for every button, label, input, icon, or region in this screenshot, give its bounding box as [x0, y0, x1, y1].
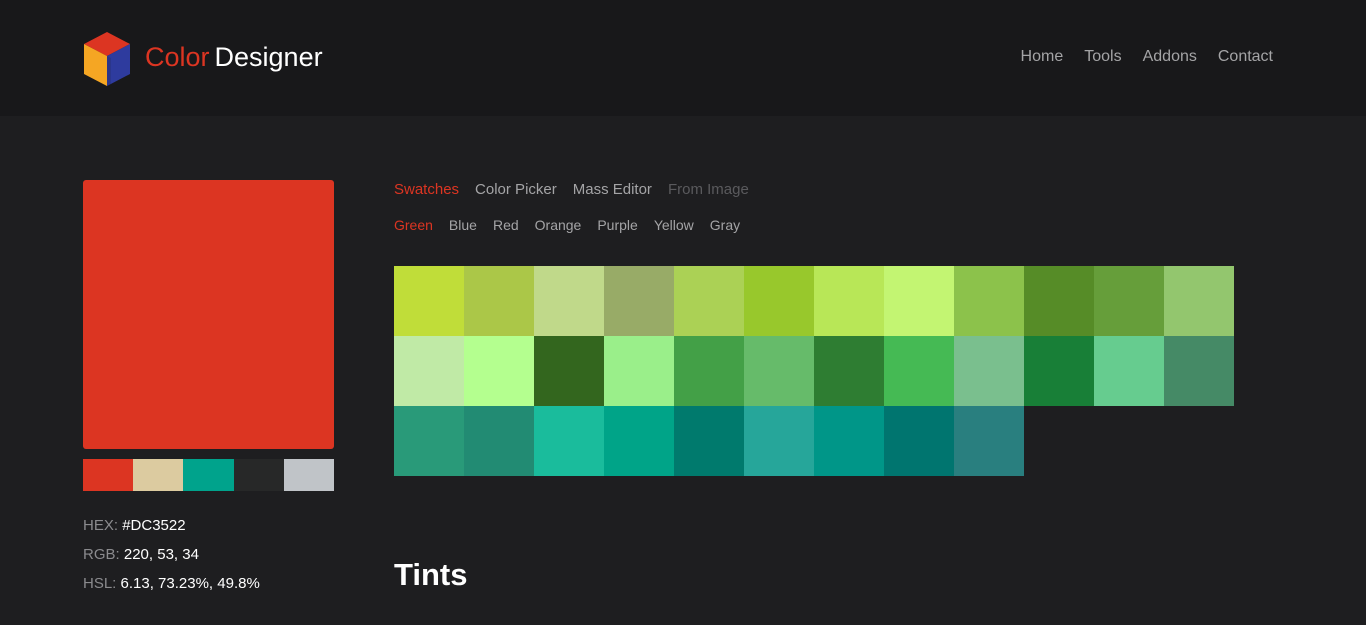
swatch-cell[interactable] [534, 406, 604, 476]
swatch-cell[interactable] [464, 406, 534, 476]
swatch-cell[interactable] [394, 266, 464, 336]
swatch-grid [394, 266, 1234, 476]
swatch-cell[interactable] [1024, 266, 1094, 336]
palette-color-1[interactable] [83, 459, 134, 491]
swatch-cell[interactable] [884, 406, 954, 476]
hsl-value: 6.13, 73.23%, 49.8% [120, 575, 260, 592]
hue-tab-purple[interactable]: Purple [597, 216, 637, 234]
palette-color-4[interactable] [233, 459, 284, 491]
hue-tab-green[interactable]: Green [394, 216, 433, 234]
color-info: HEX: #DC3522 RGB: 220, 53, 34 HSL: 6.13,… [83, 516, 260, 603]
swatch-cell[interactable] [744, 336, 814, 406]
swatch-cell[interactable] [394, 336, 464, 406]
swatch-cell[interactable] [464, 266, 534, 336]
hex-label: HEX: [83, 517, 119, 534]
tab-color-picker[interactable]: Color Picker [475, 180, 557, 199]
swatch-cell[interactable] [1094, 336, 1164, 406]
nav-home[interactable]: Home [1021, 47, 1064, 67]
hsl-row: HSL: 6.13, 73.23%, 49.8% [83, 574, 260, 594]
swatch-cell[interactable] [604, 336, 674, 406]
tab-from-image[interactable]: From Image [668, 180, 749, 199]
rgb-label: RGB: [83, 546, 120, 563]
swatch-cell[interactable] [1024, 336, 1094, 406]
swatch-cell[interactable] [534, 266, 604, 336]
swatch-cell[interactable] [674, 266, 744, 336]
palette-color-3[interactable] [183, 459, 234, 491]
hue-tab-blue[interactable]: Blue [449, 216, 477, 234]
hue-tab-orange[interactable]: Orange [535, 216, 582, 234]
nav-contact[interactable]: Contact [1218, 47, 1273, 67]
tab-swatches[interactable]: Swatches [394, 180, 459, 199]
hex-value: #DC3522 [122, 517, 186, 534]
main-nav: Home Tools Addons Contact [1021, 47, 1273, 67]
tab-mass-editor[interactable]: Mass Editor [573, 180, 652, 199]
swatch-cell[interactable] [814, 266, 884, 336]
swatch-cell[interactable] [814, 406, 884, 476]
swatch-cell[interactable] [884, 336, 954, 406]
swatch-cell[interactable] [814, 336, 884, 406]
swatch-cell[interactable] [1164, 336, 1234, 406]
swatch-cell[interactable] [954, 336, 1024, 406]
site-header: Color Designer Home Tools Addons Contact [0, 0, 1366, 116]
color-palette-strip [83, 459, 335, 491]
swatch-cell[interactable] [884, 266, 954, 336]
swatch-cell[interactable] [744, 406, 814, 476]
rgb-value: 220, 53, 34 [123, 546, 199, 563]
swatch-cell[interactable] [1094, 266, 1164, 336]
hue-tab-gray[interactable]: Gray [710, 216, 740, 234]
selected-color-swatch [83, 180, 334, 449]
hsl-label: HSL: [83, 575, 117, 592]
swatch-cell[interactable] [464, 336, 534, 406]
brand-name[interactable]: Color Designer [145, 41, 323, 73]
swatch-cell[interactable] [1164, 266, 1234, 336]
swatch-cell[interactable] [954, 406, 1024, 476]
swatch-cell[interactable] [674, 336, 744, 406]
swatch-cell[interactable] [394, 406, 464, 476]
swatch-cell[interactable] [954, 266, 1024, 336]
nav-addons[interactable]: Addons [1143, 47, 1197, 67]
swatch-cell[interactable] [604, 406, 674, 476]
hue-tab-yellow[interactable]: Yellow [654, 216, 694, 234]
swatch-cell[interactable] [674, 406, 744, 476]
tool-tabs: Swatches Color Picker Mass Editor From I… [394, 180, 749, 199]
hue-filter-tabs: Green Blue Red Orange Purple Yellow Gray [394, 216, 740, 234]
brand-color-word: Color [145, 42, 210, 72]
swatch-cell[interactable] [534, 336, 604, 406]
palette-color-2[interactable] [133, 459, 184, 491]
cube-logo-icon[interactable] [83, 32, 131, 86]
brand-designer-word: Designer [214, 42, 323, 72]
swatch-cell[interactable] [744, 266, 814, 336]
tints-heading: Tints [394, 557, 468, 592]
rgb-row: RGB: 220, 53, 34 [83, 545, 260, 565]
hue-tab-red[interactable]: Red [493, 216, 519, 234]
swatch-cell[interactable] [604, 266, 674, 336]
hex-row: HEX: #DC3522 [83, 516, 260, 536]
nav-tools[interactable]: Tools [1084, 47, 1121, 67]
palette-color-5[interactable] [283, 459, 335, 491]
